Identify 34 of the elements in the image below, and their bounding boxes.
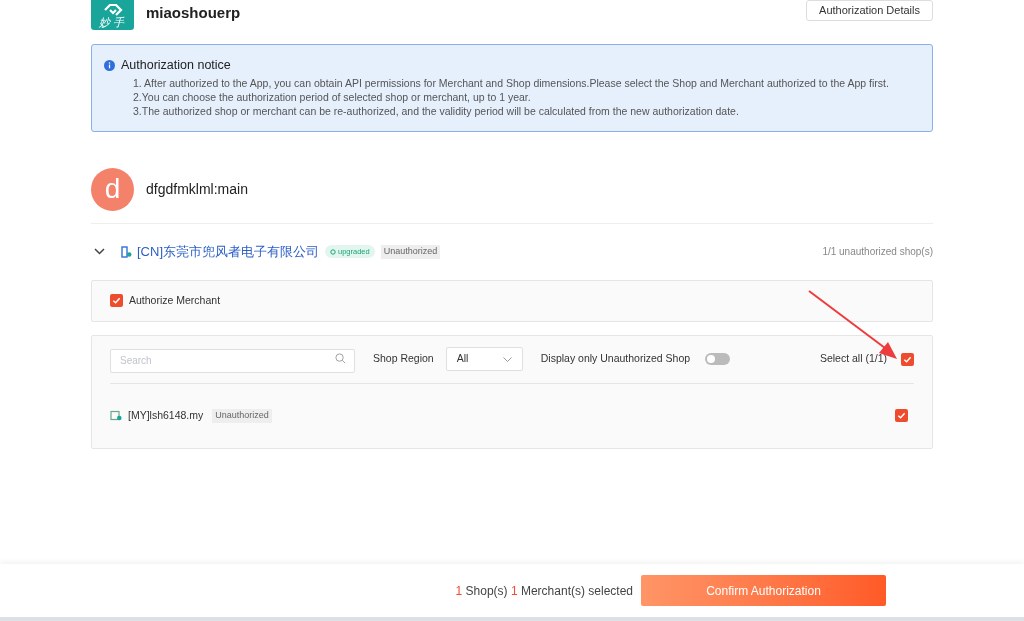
checkbox[interactable] — [110, 294, 123, 308]
checkmark-icon — [897, 411, 906, 421]
notice-line: 1. After authorized to the App, you can obtain API permissions for Merchant and Shop dimensions.Please select the Shop and Merchant authorized to the App first. — [133, 75, 890, 90]
avatar: d — [91, 167, 134, 211]
region-label: Shop Region — [373, 351, 434, 367]
account-name: dfgdfmklml:main — [146, 179, 248, 199]
status-tag: Unauthorized — [212, 408, 272, 423]
building-icon — [121, 245, 132, 258]
info-icon — [104, 59, 115, 71]
notice-line: 3.The authorized shop or merchant can be re-authorized, and the validity period will be calculated from the new authorization date. — [133, 103, 740, 118]
notice-title: Authorization notice — [121, 57, 231, 74]
merchant-name: [CN]东莞市兜风者电子有限公司 — [137, 243, 319, 261]
unauthorized-summary: 1/1 unauthorized shop(s) — [822, 245, 933, 260]
search-icon — [335, 353, 346, 365]
checkmark-icon — [112, 296, 121, 306]
authorization-details-button[interactable]: Authorization Details — [806, 0, 933, 21]
select-all-checkbox[interactable] — [901, 352, 914, 366]
authorize-merchant-label: Authorize Merchant — [129, 292, 221, 308]
caret-icon — [502, 356, 512, 362]
search-field[interactable]: Search — [110, 348, 355, 373]
select-all-label: Select all (1/1) — [819, 351, 887, 367]
logo-text: 妙手 — [98, 16, 127, 29]
notice-line: 2.You can choose the authorization period of selected shop or merchant, up to 1 year. — [133, 89, 532, 104]
selection-summary: 1 Shop(s) 1 Merchant(s) selected — [455, 582, 633, 600]
shop-icon — [110, 410, 122, 422]
toggle-label: Display only Unauthorized Shop — [540, 351, 691, 367]
region-select[interactable]: All — [445, 347, 523, 372]
shop-name: [MY]lsh6148.my — [128, 407, 204, 423]
app-name: miaoshouerp — [146, 3, 241, 23]
checkmark-icon — [903, 354, 912, 364]
chevron-down-icon[interactable] — [94, 248, 105, 256]
status-tag: Unauthorized — [380, 244, 441, 259]
shop-checkbox[interactable] — [895, 409, 908, 423]
toggle-switch[interactable] — [705, 353, 731, 366]
